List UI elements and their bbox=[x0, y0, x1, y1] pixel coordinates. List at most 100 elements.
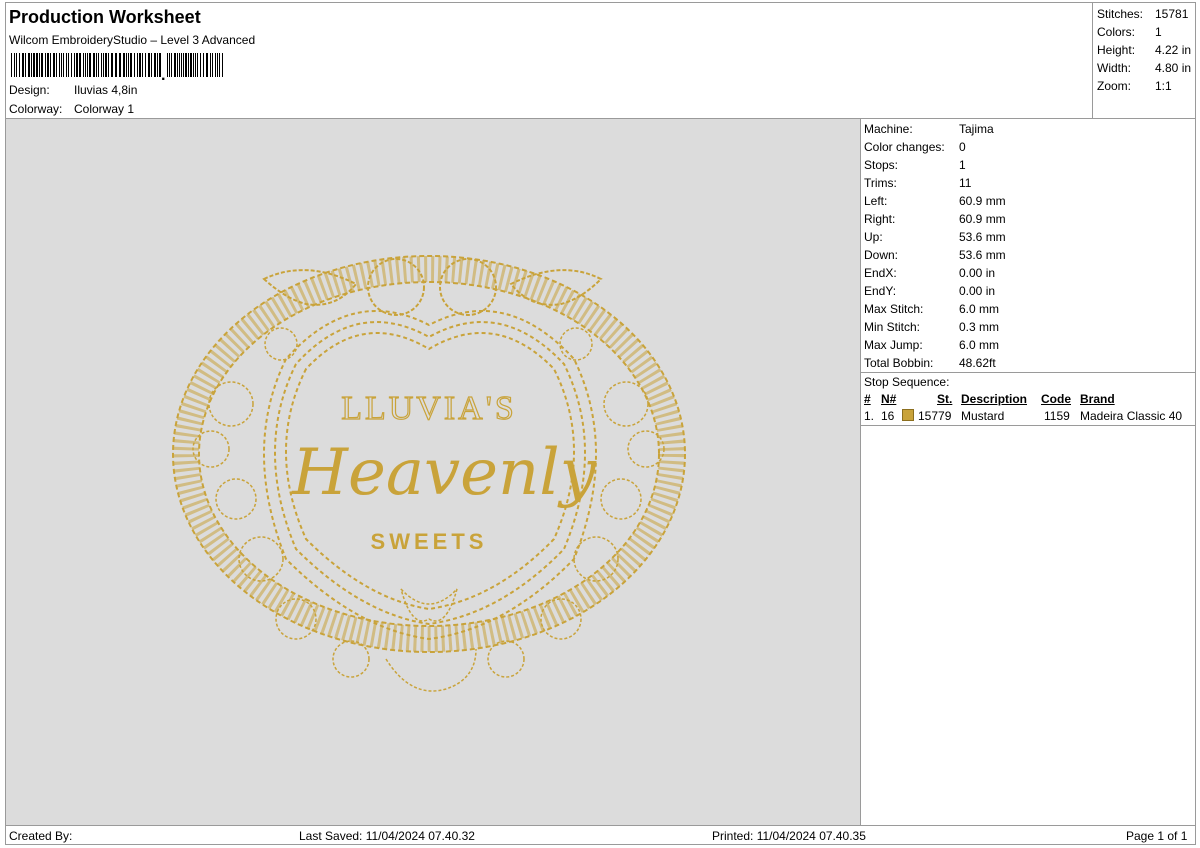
stop-sequence-title: Stop Sequence: bbox=[864, 375, 950, 389]
barcode-bar bbox=[195, 53, 196, 77]
barcode-bar bbox=[56, 53, 57, 77]
barcode-bar bbox=[217, 53, 218, 77]
barcode-bar bbox=[134, 53, 135, 77]
section-divider bbox=[861, 372, 1195, 373]
last-saved: Last Saved: 11/04/2024 07.40.32 bbox=[299, 829, 475, 843]
barcode-bar bbox=[66, 53, 67, 77]
barcode-bar bbox=[119, 53, 121, 77]
barcode-bar bbox=[31, 53, 32, 77]
barcode-bar bbox=[85, 53, 86, 77]
worksheet-page: Production Worksheet Wilcom EmbroiderySt… bbox=[5, 2, 1196, 845]
barcode-bar bbox=[167, 53, 168, 77]
barcode-bar bbox=[76, 53, 78, 77]
barcode-bar bbox=[59, 53, 60, 77]
barcode-bar bbox=[157, 53, 158, 77]
barcode-bar bbox=[39, 53, 40, 77]
design-preview: LLUVIA'S Heavenly SWEETS bbox=[6, 118, 861, 825]
page-number: Page 1 of 1 bbox=[1126, 829, 1188, 843]
barcode-bar bbox=[210, 53, 211, 77]
stop-row-index: 1. bbox=[864, 409, 875, 423]
barcode-bar bbox=[137, 53, 138, 77]
barcode-bar bbox=[25, 53, 26, 77]
barcode-image: , bbox=[11, 53, 223, 80]
barcode-bar bbox=[169, 53, 170, 77]
down-row: Down: 53.6 mm bbox=[864, 248, 1006, 262]
up-row: Up: 53.6 mm bbox=[864, 230, 1006, 244]
barcode-bar bbox=[50, 53, 51, 77]
worksheet-header: Production Worksheet Wilcom EmbroiderySt… bbox=[6, 3, 1092, 118]
barcode-bar bbox=[19, 53, 20, 77]
barcode-bar bbox=[101, 53, 102, 77]
barcode-bar bbox=[53, 53, 55, 77]
barcode-bar bbox=[151, 53, 152, 77]
barcode-bar bbox=[188, 53, 189, 77]
stat-colors: Colors: 1 bbox=[1097, 25, 1162, 39]
stat-zoom: Zoom: 1:1 bbox=[1097, 79, 1172, 93]
column-header-code: Code bbox=[1041, 392, 1071, 406]
barcode-bar bbox=[33, 53, 35, 77]
barcode-bar bbox=[96, 53, 97, 77]
barcode-bar bbox=[16, 53, 17, 77]
barcode-bar bbox=[105, 53, 107, 77]
machine-row: Machine: Tajima bbox=[864, 122, 994, 136]
design-row: Design: Iluvias 4,8in bbox=[9, 83, 137, 97]
colorway-row: Colorway: Colorway 1 bbox=[9, 102, 134, 116]
barcode-bar bbox=[61, 53, 62, 77]
barcode-bar bbox=[145, 53, 146, 77]
created-by: Created By: bbox=[9, 829, 73, 843]
stop-row-description: Mustard bbox=[961, 409, 1005, 423]
barcode-bar bbox=[98, 53, 99, 77]
column-header-stitches: St. bbox=[937, 392, 953, 406]
barcode-bar bbox=[47, 53, 49, 77]
barcode-bar bbox=[83, 53, 84, 77]
barcode-bar bbox=[215, 53, 216, 77]
barcode-bar bbox=[179, 53, 180, 77]
barcode-bar bbox=[115, 53, 117, 77]
barcode-comma: , bbox=[161, 67, 165, 80]
min-stitch-row: Min Stitch: 0.3 mm bbox=[864, 320, 1000, 334]
column-header-index: # bbox=[864, 392, 871, 406]
endx-row: EndX: 0.00 in bbox=[864, 266, 996, 280]
stops-row: Stops: 1 bbox=[864, 158, 966, 172]
machine-info-panel: Machine: Tajima Color changes: 0 Stops: 1 T… bbox=[861, 118, 1195, 825]
barcode-bar bbox=[45, 53, 46, 77]
column-header-brand: Brand bbox=[1080, 392, 1115, 406]
barcode-bar bbox=[126, 53, 127, 77]
barcode-bar bbox=[185, 53, 187, 77]
trims-row: Trims: 11 bbox=[864, 176, 972, 190]
barcode-bar bbox=[212, 53, 213, 77]
barcode-bar bbox=[139, 53, 141, 77]
column-header-description: Description bbox=[961, 392, 1028, 406]
design-stats-panel: Stitches: 15781 Colors: 1 Height: 4.22 in W… bbox=[1092, 3, 1196, 118]
left-row: Left: 60.9 mm bbox=[864, 194, 1006, 208]
colorway-value: Colorway 1 bbox=[74, 102, 135, 116]
barcode-bar bbox=[11, 53, 12, 77]
barcode-bar bbox=[74, 53, 75, 77]
barcode-bar bbox=[130, 53, 132, 77]
barcode-bar bbox=[63, 53, 64, 77]
barcode-bar bbox=[206, 53, 208, 77]
total-bobbin-row: Total Bobbin: 48.62ft bbox=[864, 356, 996, 370]
page-title: Production Worksheet bbox=[9, 7, 201, 27]
stop-row-brand: Madeira Classic 40 bbox=[1080, 409, 1183, 423]
barcode-bar bbox=[41, 53, 43, 77]
design-text-lluvias: LLUVIA'S bbox=[341, 390, 517, 427]
endy-row: EndY: 0.00 in bbox=[864, 284, 996, 298]
stop-row-stitches: 15779 bbox=[918, 409, 952, 423]
worksheet-footer: Created By: Last Saved: 11/04/2024 07.40… bbox=[6, 825, 1195, 845]
barcode-bar bbox=[93, 53, 95, 77]
stop-row-needle: 16 bbox=[881, 409, 895, 423]
barcode-bar bbox=[87, 53, 88, 77]
max-jump-row: Max Jump: 6.0 mm bbox=[864, 338, 1000, 352]
barcode-bar bbox=[200, 53, 201, 77]
barcode-bar bbox=[197, 53, 198, 77]
design-text-sweets: SWEETS bbox=[371, 529, 488, 554]
thread-color-swatch bbox=[902, 409, 914, 421]
barcode-bar bbox=[148, 53, 150, 77]
stop-row-code: 1159 bbox=[1044, 409, 1070, 423]
barcode-bar bbox=[123, 53, 125, 77]
software-name: Wilcom EmbroideryStudio – Level 3 Advanc… bbox=[9, 33, 256, 47]
colorway-label: Colorway: bbox=[9, 102, 63, 116]
design-text-heavenly: Heavenly bbox=[291, 436, 597, 510]
barcode-bar bbox=[111, 53, 113, 77]
